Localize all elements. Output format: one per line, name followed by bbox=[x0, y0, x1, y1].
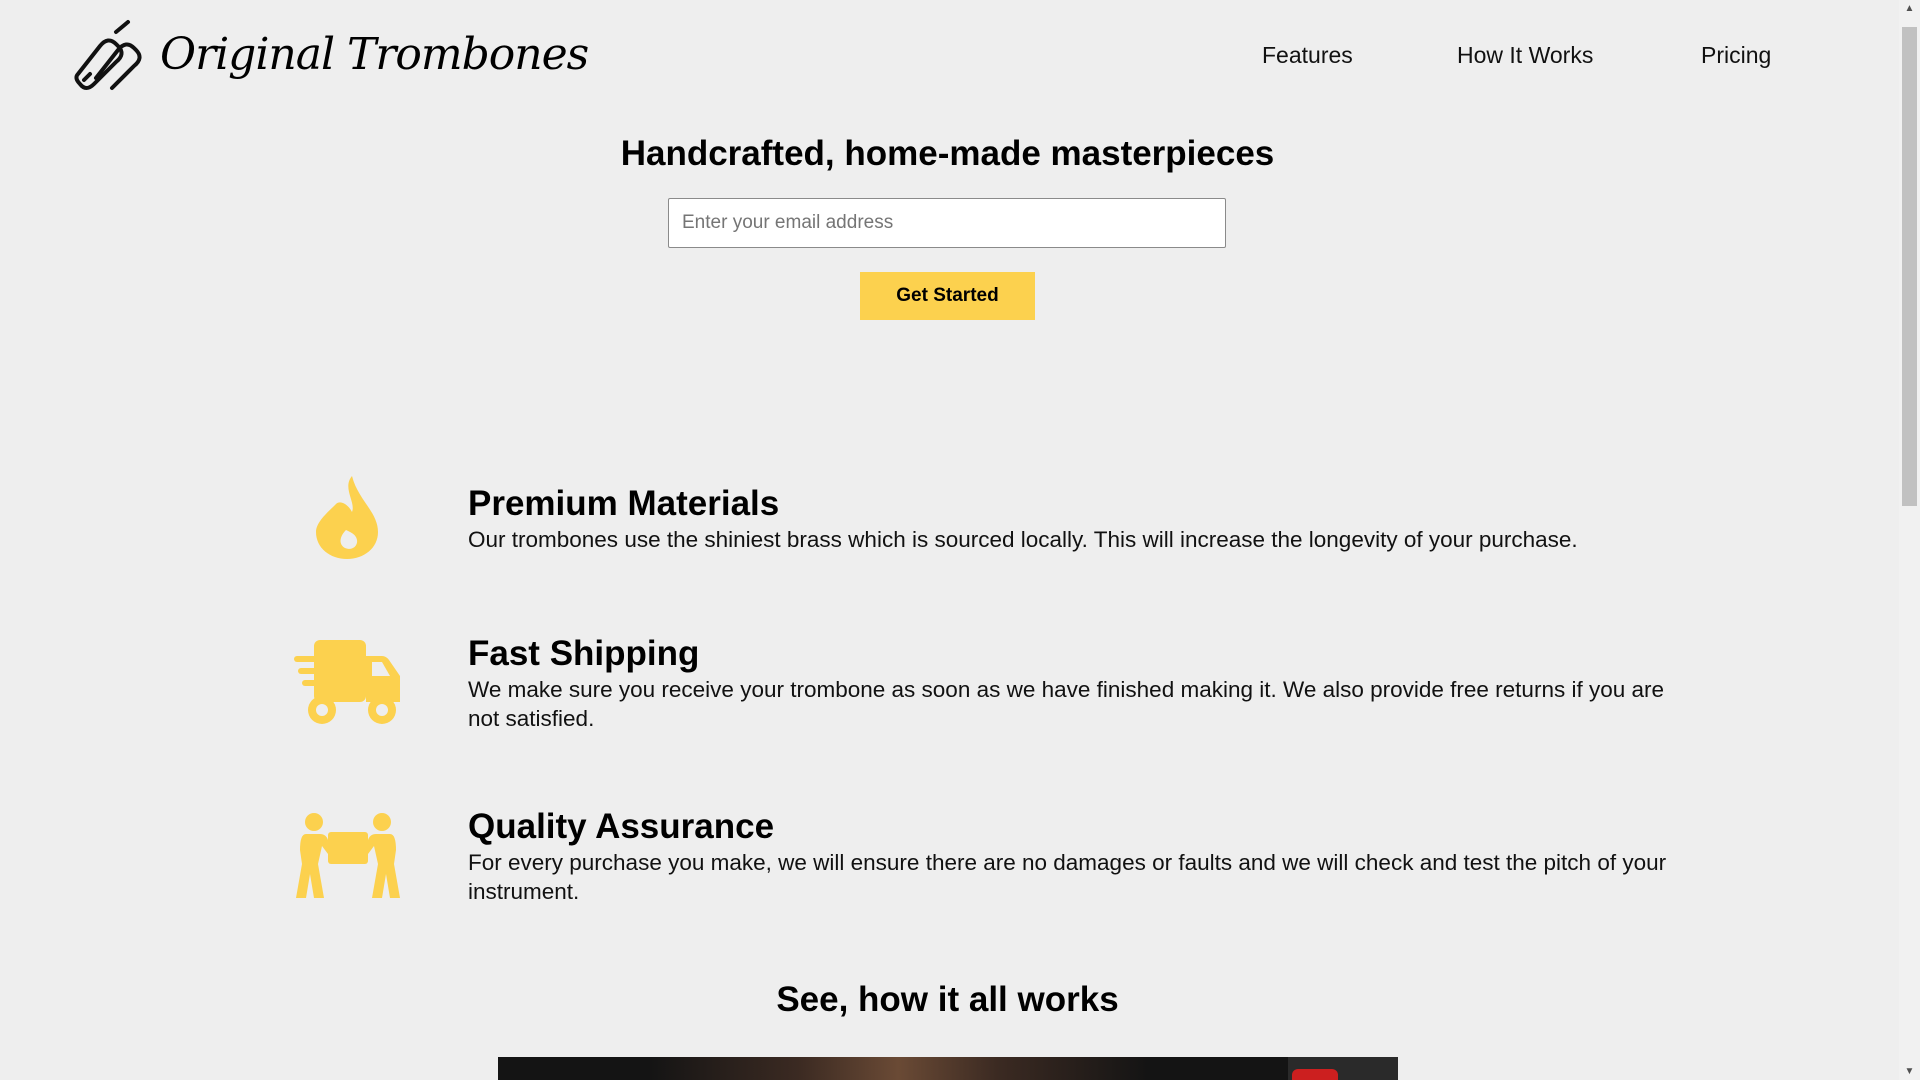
scrollbar-thumb[interactable] bbox=[1902, 27, 1917, 506]
email-input[interactable] bbox=[668, 198, 1226, 248]
feature-desc-fast-shipping: We make sure you receive your trombone a… bbox=[468, 677, 1665, 731]
people-carry-icon bbox=[296, 813, 400, 898]
feature-title-quality-assurance: Quality Assurance bbox=[468, 807, 775, 846]
fire-icon bbox=[316, 476, 378, 559]
nav-link-how-it-works[interactable]: How It Works bbox=[1457, 40, 1593, 70]
scroll-down-arrow-icon[interactable]: ▼ bbox=[1899, 1063, 1920, 1080]
hero-title: Handcrafted, home-made masterpieces bbox=[620, 134, 1275, 173]
video-play-icon[interactable] bbox=[1292, 1069, 1338, 1080]
shipping-truck-icon bbox=[294, 640, 400, 724]
trombone-icon bbox=[74, 20, 142, 90]
get-started-button[interactable]: Get Started bbox=[860, 272, 1035, 320]
brand-name: Original Trombones bbox=[160, 29, 589, 80]
video-embed[interactable] bbox=[498, 1057, 1398, 1080]
nav-link-features[interactable]: Features bbox=[1262, 40, 1353, 70]
scrollbar[interactable]: ▲ ▼ bbox=[1899, 0, 1920, 1080]
feature-title-fast-shipping: Fast Shipping bbox=[468, 634, 700, 673]
how-it-works-title: See, how it all works bbox=[776, 980, 1119, 1019]
page: Original Trombones Features How It Works… bbox=[0, 0, 1899, 1080]
feature-title-premium-materials: Premium Materials bbox=[468, 484, 780, 523]
video-thumbnail bbox=[648, 1057, 1148, 1080]
feature-desc-premium-materials: Our trombones use the shiniest brass whi… bbox=[468, 527, 1578, 552]
feature-desc-quality-assurance: For every purchase you make, we will ens… bbox=[468, 850, 1667, 904]
scroll-up-arrow-icon[interactable]: ▲ bbox=[1899, 0, 1920, 17]
nav-link-pricing[interactable]: Pricing bbox=[1701, 40, 1771, 70]
